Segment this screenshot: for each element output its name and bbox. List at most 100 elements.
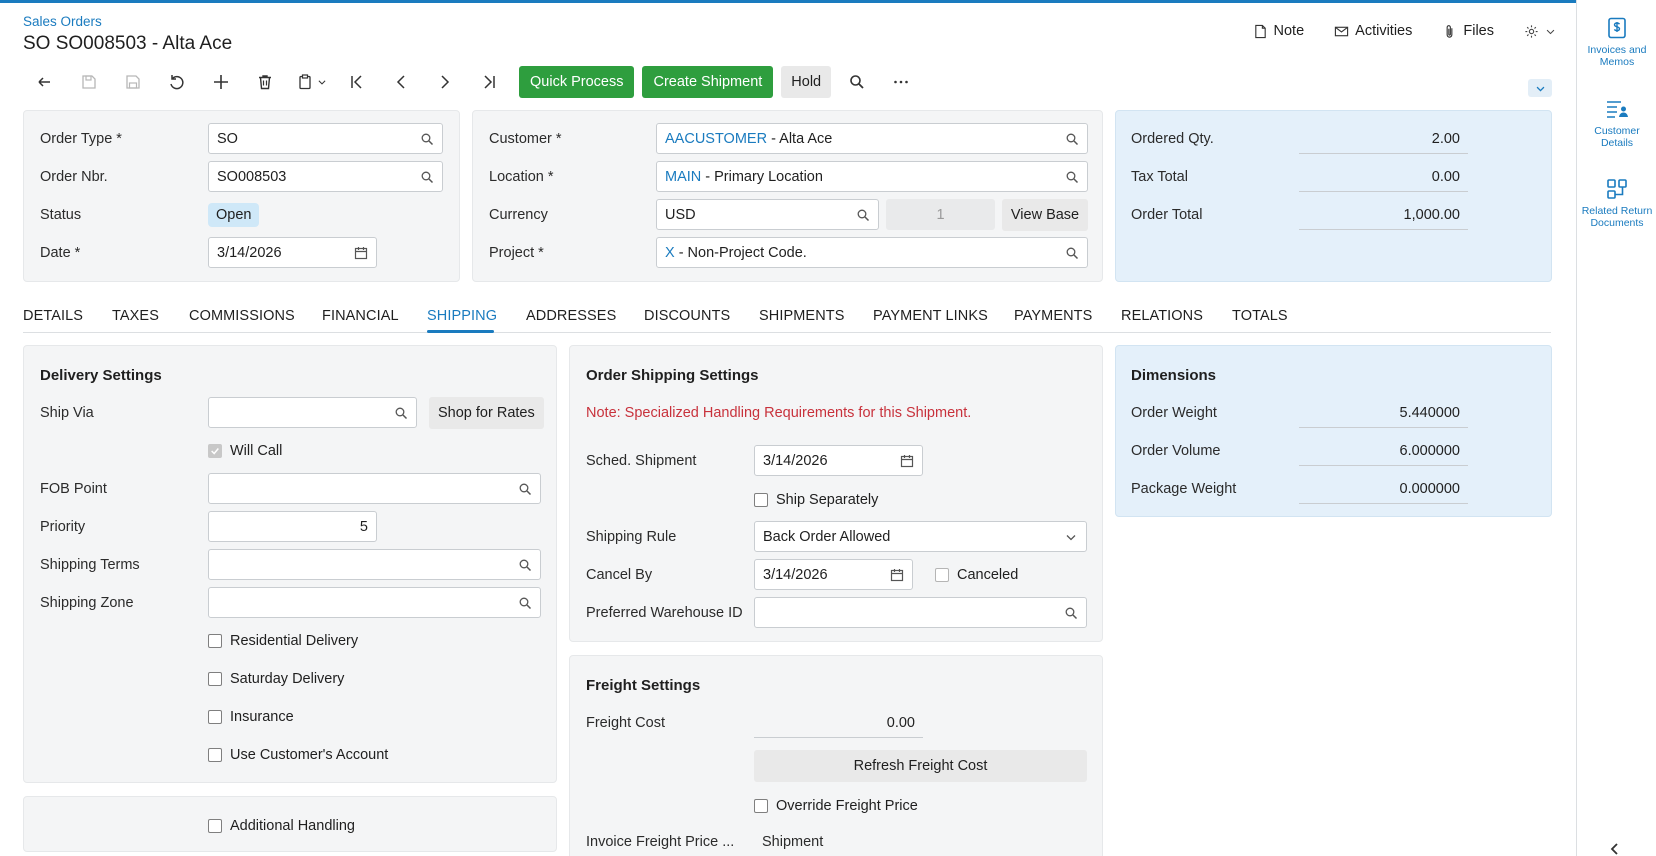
previous-record-button[interactable] (379, 66, 423, 98)
tab-details[interactable]: DETAILS (23, 308, 83, 324)
more-dots-icon (894, 80, 908, 84)
activities-button[interactable]: Activities (1334, 23, 1412, 39)
use-customers-account-checkbox[interactable]: Use Customer's Account (208, 747, 388, 763)
search-icon[interactable] (856, 208, 870, 222)
insurance-checkbox[interactable]: Insurance (208, 709, 294, 725)
collapse-header-button[interactable] (1528, 79, 1552, 97)
search-icon[interactable] (420, 132, 434, 146)
active-tab-indicator (427, 330, 494, 333)
additional-handling-checkbox[interactable]: Additional Handling (208, 818, 355, 834)
shop-for-rates-button[interactable]: Shop for Rates (429, 397, 544, 429)
priority-label: Priority (40, 519, 86, 535)
tab-shipments[interactable]: SHIPMENTS (759, 308, 845, 324)
search-button[interactable] (835, 66, 879, 98)
ship-separately-checkbox[interactable]: Ship Separately (754, 492, 878, 508)
saturday-delivery-checkbox[interactable]: Saturday Delivery (208, 671, 344, 687)
calendar-icon[interactable] (890, 568, 904, 582)
tab-commissions[interactable]: COMMISSIONS (189, 308, 295, 324)
save-close-button[interactable] (67, 66, 111, 98)
copy-paste-menu[interactable] (287, 66, 335, 98)
calendar-icon[interactable] (354, 246, 368, 260)
cancel-by-field[interactable]: 3/14/2026 (754, 559, 913, 590)
clipboard-icon (298, 74, 311, 90)
search-icon[interactable] (1065, 170, 1079, 184)
next-record-button[interactable] (423, 66, 467, 98)
date-label: Date * (40, 245, 81, 261)
search-icon[interactable] (1065, 132, 1079, 146)
save-button[interactable] (111, 66, 155, 98)
search-icon[interactable] (394, 406, 408, 420)
location-field[interactable]: MAIN - Primary Location (656, 161, 1088, 192)
search-icon[interactable] (518, 482, 532, 496)
shipping-terms-field[interactable] (208, 549, 541, 580)
hold-button[interactable]: Hold (781, 66, 832, 98)
search-icon[interactable] (1065, 246, 1079, 260)
first-record-button[interactable] (335, 66, 379, 98)
canceled-checkbox[interactable]: Canceled (935, 567, 1018, 583)
related-return-docs-link[interactable]: Related Return Documents (1577, 177, 1656, 229)
breadcrumb[interactable]: Sales Orders (23, 14, 102, 29)
last-record-button[interactable] (467, 66, 511, 98)
sched-shipment-field[interactable]: 3/14/2026 (754, 445, 923, 476)
invoices-memos-link[interactable]: Invoices and Memos (1577, 16, 1656, 68)
refresh-freight-cost-button[interactable]: Refresh Freight Cost (754, 750, 1087, 782)
note-button[interactable]: Note (1253, 23, 1304, 39)
back-button[interactable] (23, 66, 67, 98)
tab-payments[interactable]: PAYMENTS (1014, 308, 1092, 324)
more-actions-button[interactable] (879, 66, 923, 98)
search-icon[interactable] (1064, 606, 1078, 620)
calendar-icon[interactable] (900, 454, 914, 468)
chevron-right-icon (441, 75, 450, 89)
tab-taxes[interactable]: TAXES (112, 308, 159, 324)
view-base-button[interactable]: View Base (1002, 199, 1088, 231)
tab-payment-links[interactable]: PAYMENT LINKS (873, 308, 988, 324)
order-weight-label: Order Weight (1131, 405, 1217, 421)
undo-arrow-icon (38, 77, 50, 87)
chevron-left-icon[interactable] (1608, 842, 1622, 856)
tab-financial[interactable]: FINANCIAL (322, 308, 399, 324)
customer-code-link[interactable]: AACUSTOMER (665, 131, 767, 147)
location-code-link[interactable]: MAIN (665, 169, 701, 185)
tab-shipping[interactable]: SHIPPING (427, 308, 497, 324)
preferred-warehouse-field[interactable] (754, 597, 1087, 628)
ship-via-field[interactable] (208, 397, 417, 428)
priority-field[interactable]: 5 (208, 511, 377, 542)
files-button[interactable]: Files (1442, 23, 1494, 39)
order-nbr-field[interactable]: SO008503 (208, 161, 443, 192)
tab-addresses[interactable]: ADDRESSES (526, 308, 616, 324)
will-call-checkbox: Will Call (208, 443, 282, 459)
shipping-zone-field[interactable] (208, 587, 541, 618)
date-field[interactable]: 3/14/2026 (208, 237, 377, 268)
add-button[interactable] (199, 66, 243, 98)
tab-relations[interactable]: RELATIONS (1121, 308, 1203, 324)
residential-delivery-checkbox[interactable]: Residential Delivery (208, 633, 358, 649)
search-icon[interactable] (518, 596, 532, 610)
currency-field[interactable]: USD (656, 199, 879, 230)
settings-menu[interactable] (1524, 24, 1556, 39)
create-shipment-button[interactable]: Create Shipment (642, 66, 774, 98)
customer-details-label: Customer Details (1594, 125, 1640, 149)
delivery-settings-title: Delivery Settings (40, 367, 162, 384)
search-icon[interactable] (518, 558, 532, 572)
customer-details-link[interactable]: Customer Details (1577, 97, 1656, 149)
customer-field[interactable]: AACUSTOMER - Alta Ace (656, 123, 1088, 154)
tab-totals[interactable]: TOTALS (1232, 308, 1288, 324)
tab-discounts[interactable]: DISCOUNTS (644, 308, 730, 324)
package-weight-label: Package Weight (1131, 481, 1237, 497)
delivery-settings-panel: Delivery Settings Ship Via Shop for Rate… (23, 345, 557, 783)
search-icon[interactable] (420, 170, 434, 184)
order-type-field[interactable]: SO (208, 123, 443, 154)
delete-button[interactable] (243, 66, 287, 98)
quick-process-button[interactable]: Quick Process (519, 66, 635, 98)
shipping-rule-select[interactable]: Back Order Allowed (754, 521, 1087, 552)
override-freight-price-checkbox[interactable]: Override Freight Price (754, 798, 918, 814)
project-field[interactable]: X - Non-Project Code. (656, 237, 1088, 268)
project-code-link[interactable]: X (665, 245, 675, 261)
fob-point-field[interactable] (208, 473, 541, 504)
chevron-down-icon (318, 80, 325, 85)
sched-shipment-label: Sched. Shipment (586, 453, 697, 469)
gear-icon (1525, 24, 1538, 38)
shipping-rule-label: Shipping Rule (586, 529, 677, 545)
cancel-changes-button[interactable] (155, 66, 199, 98)
invoice-freight-price-value: Shipment (762, 834, 824, 850)
